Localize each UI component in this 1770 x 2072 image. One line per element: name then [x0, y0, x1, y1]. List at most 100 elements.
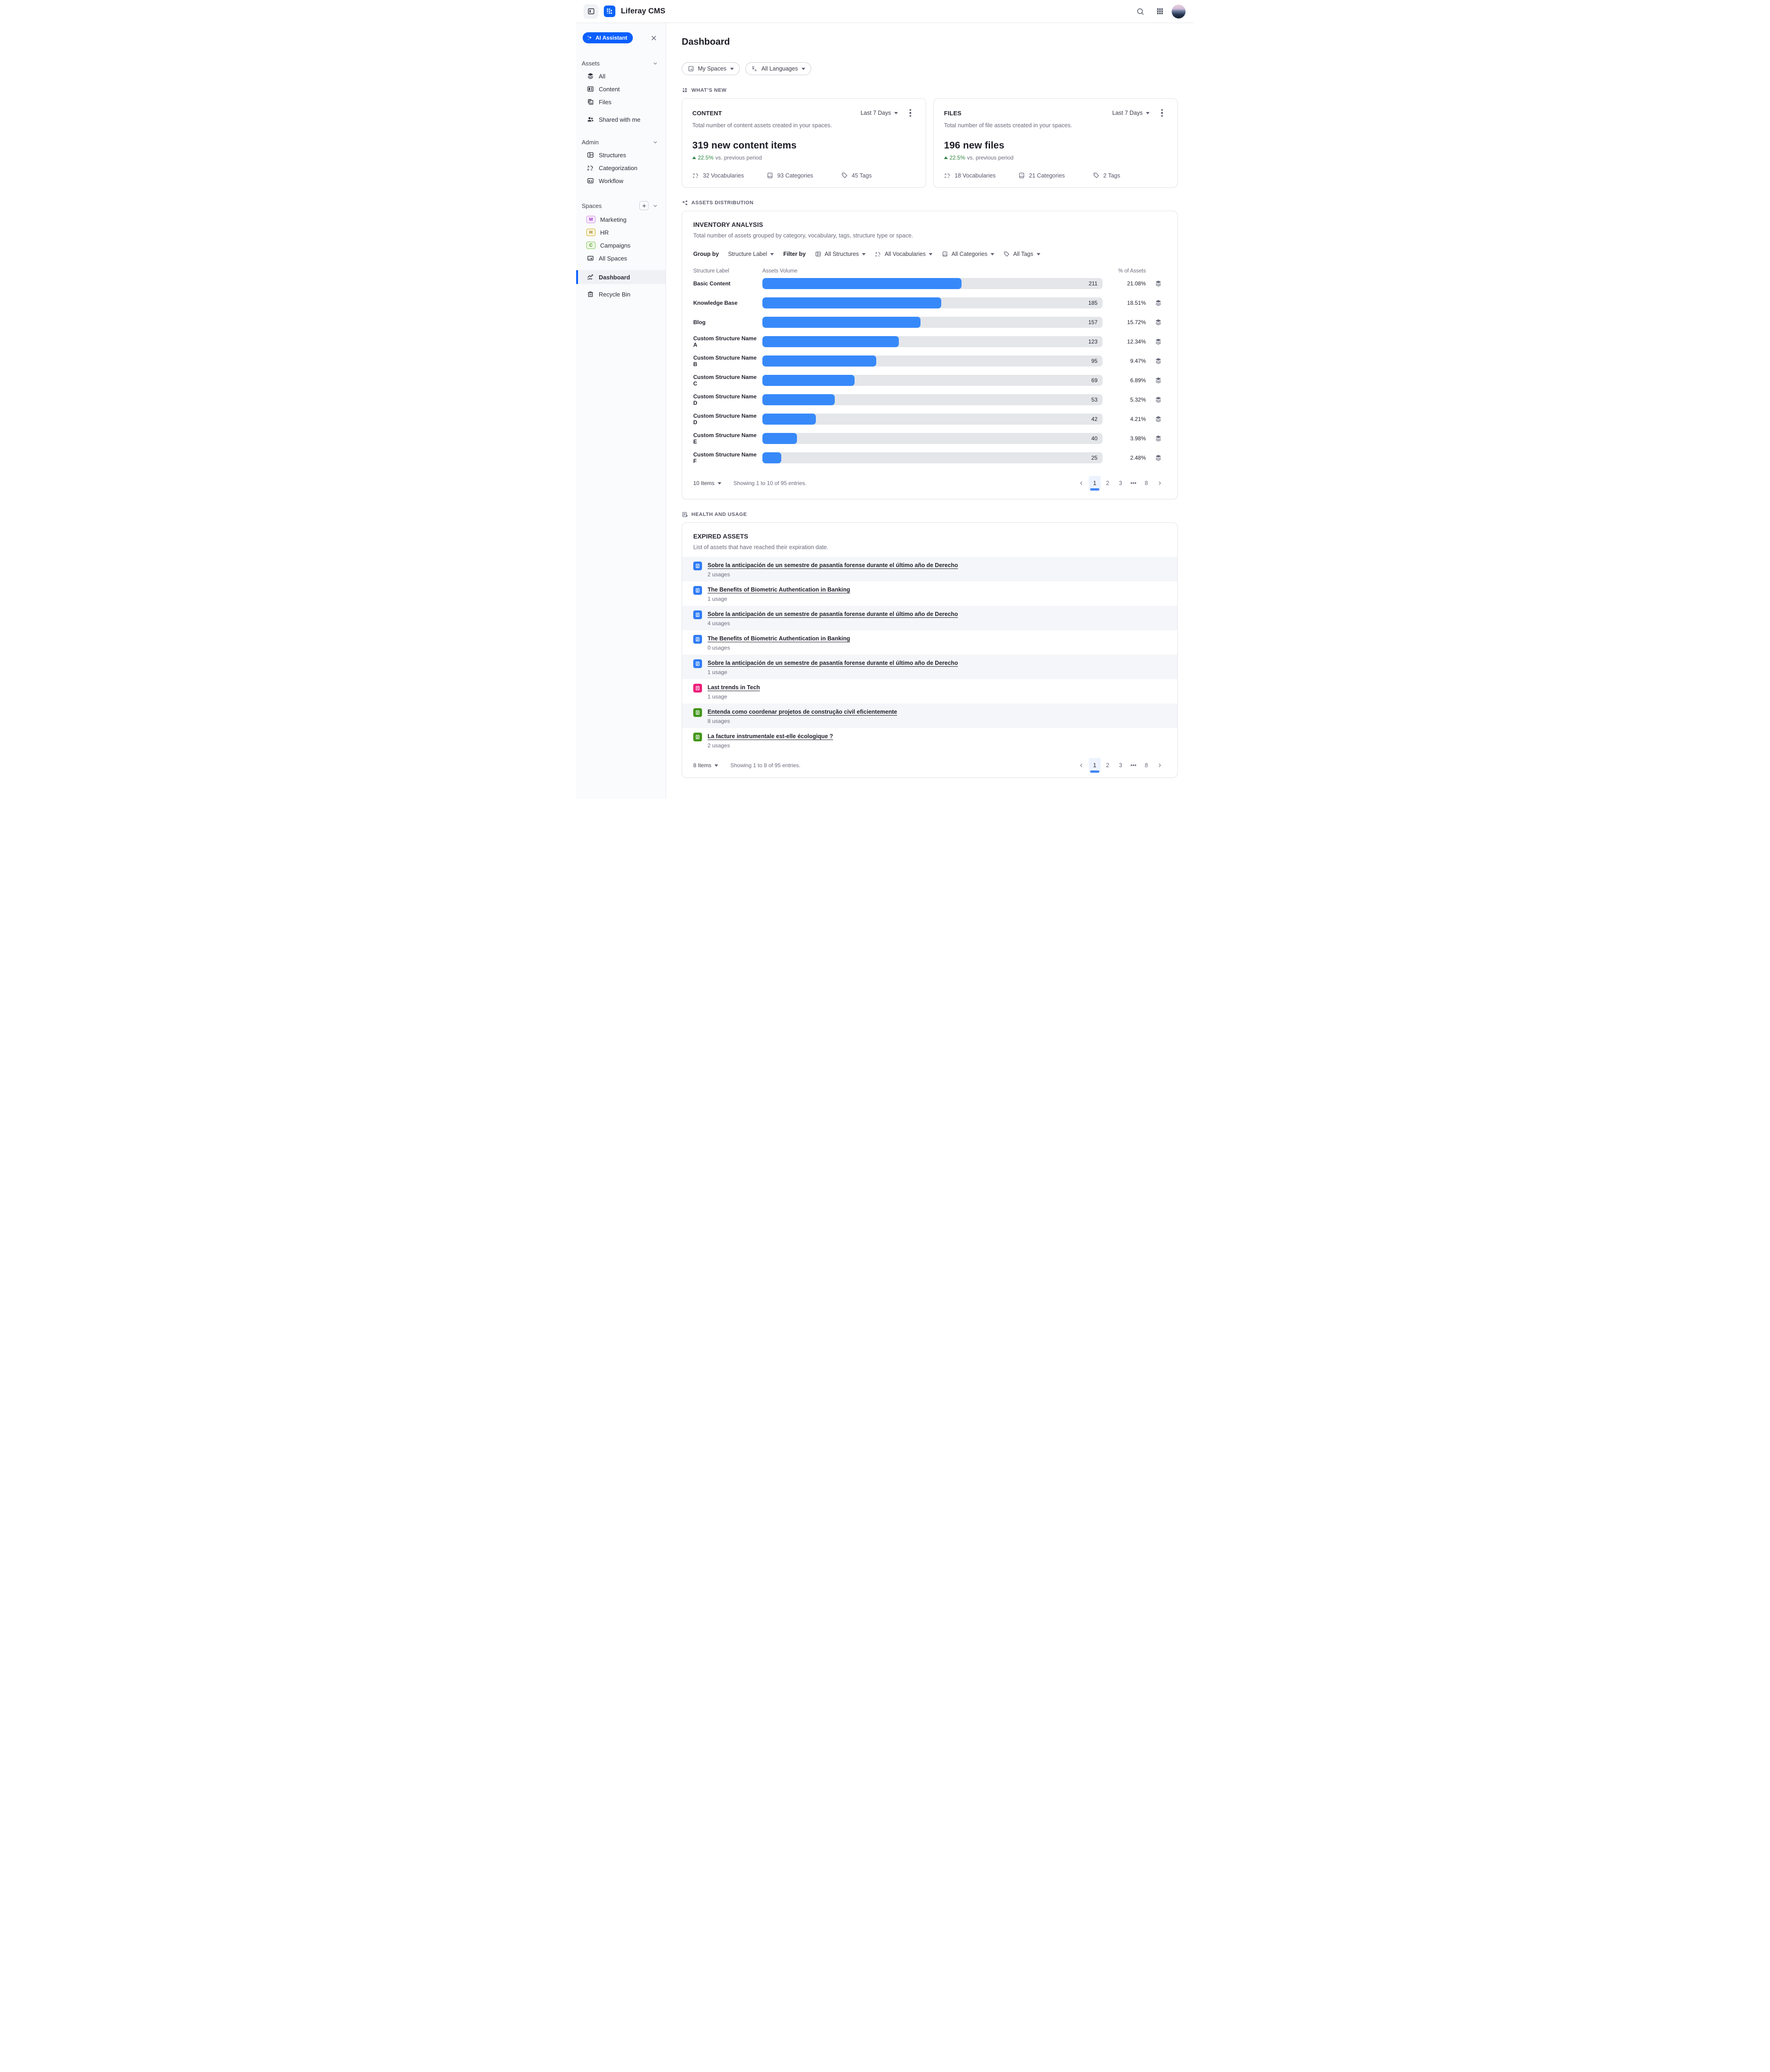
sidebar-item-workflow[interactable]: Workflow	[576, 174, 666, 187]
add-space-button[interactable]	[639, 201, 649, 210]
expired-asset-row: Sobre la anticipación de un semestre de …	[682, 655, 1177, 679]
sidebar-item-content[interactable]: Content	[576, 83, 666, 95]
sidebar-item-campaigns[interactable]: C Campaigns	[576, 239, 666, 252]
row-layers-button[interactable]	[1150, 377, 1166, 384]
sidebar-item-dashboard[interactable]: Dashboard	[576, 270, 666, 284]
sidebar-item-label: All	[599, 73, 605, 80]
inventory-pagination: 10 Items Showing 1 to 10 of 95 entries. …	[693, 474, 1166, 492]
items-per-page-dropdown[interactable]: 10 Items	[693, 480, 721, 486]
health-usage-label-text: HEALTH AND USAGE	[691, 512, 747, 517]
sidebar-item-shared-with-me[interactable]: Shared with me	[576, 113, 666, 126]
assets-distribution-section-label: ASSETS DISTRIBUTION	[682, 200, 1178, 206]
group-by-value: Structure Label	[728, 251, 767, 257]
assets-volume-bar: 69	[762, 375, 1103, 386]
expired-asset-link[interactable]: Sobre la anticipación de un semestre de …	[708, 611, 958, 617]
row-value: 157	[1088, 319, 1097, 326]
filter-tags-dropdown[interactable]: All Tags	[1003, 251, 1040, 257]
search-button[interactable]	[1133, 4, 1148, 19]
sidebar-section-spaces[interactable]: Spaces	[576, 198, 666, 213]
chevron-down-icon	[652, 139, 658, 145]
page-ellipsis-button[interactable]: •••	[1127, 758, 1139, 773]
sidebar-item-all[interactable]: All	[576, 70, 666, 83]
sidebar-section-assets[interactable]: Assets	[576, 57, 666, 70]
expired-asset-link[interactable]: The Benefits of Biometric Authentication…	[708, 586, 850, 593]
inventory-table-header: Structure Label Assets Volume % of Asset…	[693, 268, 1166, 274]
document-icon	[693, 562, 702, 570]
files-period-dropdown[interactable]: Last 7 Days	[1112, 110, 1150, 116]
my-spaces-dropdown[interactable]: My Spaces	[682, 62, 740, 75]
user-avatar[interactable]	[1172, 5, 1186, 18]
row-layers-button[interactable]	[1150, 319, 1166, 326]
row-value: 211	[1089, 280, 1097, 287]
sidebar-item-files[interactable]: Files	[576, 95, 666, 108]
page-button-8[interactable]: 8	[1140, 476, 1152, 491]
sidebar-toggle-button[interactable]	[584, 4, 598, 19]
sidebar-item-label: Content	[599, 86, 620, 93]
files-card-menu-button[interactable]	[1157, 108, 1167, 118]
items-per-page-dropdown[interactable]: 8 Items	[693, 762, 718, 769]
page-button-2[interactable]: 2	[1102, 758, 1114, 773]
page-button-2[interactable]: 2	[1102, 476, 1114, 491]
page-button-1[interactable]: 1	[1089, 758, 1101, 773]
sidebar-close-button[interactable]	[649, 33, 659, 43]
svg-text:A: A	[875, 252, 877, 255]
content-delta-value: 22.5%	[698, 154, 714, 161]
expired-asset-link[interactable]: The Benefits of Biometric Authentication…	[708, 635, 850, 642]
sidebar-item-categorization[interactable]: ABC Categorization	[576, 161, 666, 174]
row-value: 40	[1092, 435, 1097, 442]
language-dropdown[interactable]: A All Languages	[745, 62, 811, 75]
sidebar-item-structures[interactable]: Structures	[576, 148, 666, 161]
sidebar-item-hr[interactable]: H HR	[576, 226, 666, 239]
sidebar-item-label: Structures	[599, 152, 626, 159]
filter-structures-dropdown[interactable]: All Structures	[815, 251, 866, 257]
page-button-8[interactable]: 8	[1140, 758, 1152, 773]
app-grid-button[interactable]	[1152, 4, 1167, 19]
usage-count: 0 usages	[708, 645, 850, 651]
page-button-3[interactable]: 3	[1115, 758, 1127, 773]
sidebar-section-admin[interactable]: Admin	[576, 136, 666, 148]
ai-assistant-button[interactable]: AI Assistant	[583, 32, 633, 43]
row-layers-button[interactable]	[1150, 338, 1166, 345]
arrow-up-icon	[944, 156, 948, 159]
page-button-3[interactable]: 3	[1115, 476, 1127, 491]
content-period-dropdown[interactable]: Last 7 Days	[861, 110, 898, 116]
expired-asset-row: The Benefits of Biometric Authentication…	[682, 630, 1177, 655]
svg-text:A: A	[944, 173, 947, 176]
row-layers-button[interactable]	[1150, 299, 1166, 307]
filter-categories-dropdown[interactable]: All Categories	[942, 251, 994, 257]
sidebar-item-all-spaces[interactable]: All Spaces	[576, 252, 666, 265]
sidebar-item-recycle-bin[interactable]: Recycle Bin	[576, 288, 666, 301]
sidebar-item-marketing[interactable]: M Marketing	[576, 213, 666, 226]
vocabulary-icon: ABC	[944, 172, 951, 179]
space-badge-marketing: M	[586, 216, 596, 223]
next-page-button[interactable]	[1153, 758, 1166, 773]
usage-count: 1 usage	[708, 669, 958, 675]
row-layers-button[interactable]	[1150, 435, 1166, 442]
page-button-1[interactable]: 1	[1089, 476, 1101, 491]
svg-text:C: C	[879, 255, 880, 257]
spaces-icon	[688, 65, 694, 72]
row-layers-button[interactable]	[1150, 415, 1166, 423]
next-page-button[interactable]	[1153, 476, 1166, 491]
filter-vocabularies-dropdown[interactable]: ABC All Vocabularies	[875, 251, 932, 257]
document-icon	[693, 733, 702, 741]
expired-asset-link[interactable]: Sobre la anticipación de un semestre de …	[708, 562, 958, 568]
content-card-menu-button[interactable]	[905, 108, 915, 118]
row-label: Custom Structure Name F	[693, 451, 758, 464]
expired-asset-link[interactable]: Entenda como coordenar projetos de const…	[708, 709, 897, 715]
group-by-dropdown[interactable]: Structure Label	[728, 251, 774, 257]
page-ellipsis-button[interactable]: •••	[1127, 476, 1139, 491]
row-layers-button[interactable]	[1150, 396, 1166, 403]
row-layers-button[interactable]	[1150, 454, 1166, 462]
previous-page-button[interactable]	[1075, 758, 1088, 773]
pagination-summary: Showing 1 to 10 of 95 entries.	[733, 480, 807, 486]
assets-volume-bar: 53	[762, 394, 1103, 405]
expired-asset-link[interactable]: Last trends in Tech	[708, 684, 760, 691]
previous-page-button[interactable]	[1075, 476, 1088, 491]
row-layers-button[interactable]	[1150, 357, 1166, 365]
svg-text:B: B	[587, 169, 589, 172]
expired-asset-link[interactable]: Sobre la anticipación de un semestre de …	[708, 660, 958, 666]
assets-volume-bar: 157	[762, 317, 1103, 328]
expired-asset-link[interactable]: La facture instrumentale est-elle écolog…	[708, 733, 833, 740]
row-layers-button[interactable]	[1150, 280, 1166, 287]
